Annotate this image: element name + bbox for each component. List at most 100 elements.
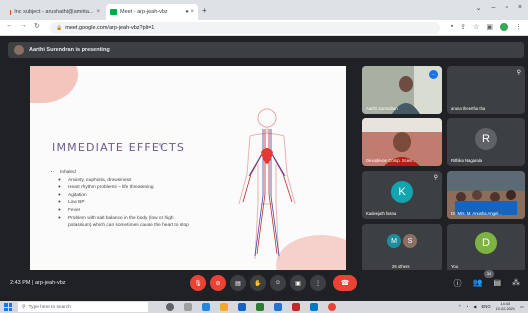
microphone-toggle[interactable]: 🎙 bbox=[190, 275, 206, 291]
info-icon[interactable]: ⓘ bbox=[453, 278, 461, 289]
new-tab-button[interactable]: + bbox=[202, 6, 207, 15]
decorative-blob bbox=[30, 66, 78, 103]
taskbar-clock[interactable]: 14:43 10-02-2021 bbox=[496, 302, 515, 311]
participant-name: Dr. Mrs. M. Anusha Angel... bbox=[451, 211, 502, 216]
close-icon[interactable]: ● × bbox=[185, 9, 194, 15]
meet-window: Aarthi Surendran is presenting IMMEDIATE… bbox=[0, 36, 528, 301]
sub-bullet: Heart rhythm problems – life threatening bbox=[68, 184, 189, 192]
address-bar-row: ← → ↻ 🔒 meet.google.com/arp-jeah-vbz?pli… bbox=[0, 20, 528, 36]
taskbar-apps bbox=[166, 303, 336, 311]
task-view-icon[interactable] bbox=[184, 303, 192, 311]
participant-tile[interactable]: ⋯ Aarthi Surendran bbox=[362, 66, 442, 114]
raise-hand-button[interactable]: ✋ bbox=[250, 275, 266, 291]
screen: Inc subject - arushathi@amrita... × Meet… bbox=[0, 0, 528, 313]
meeting-code: arp-jeah-vbz bbox=[34, 280, 66, 286]
volume-icon[interactable]: ◀ bbox=[473, 304, 476, 309]
meet-icon bbox=[110, 9, 117, 15]
circulatory-system-illustration bbox=[238, 108, 296, 260]
presentation-slide: IMMEDIATE EFFECTS ✎ Inhaled Anxiety, eup… bbox=[30, 66, 346, 273]
participant-tile[interactable]: ⚲ K Kadeejath fasna bbox=[362, 171, 442, 219]
url-input[interactable]: 🔒 meet.google.com/arp-jeah-vbz?pli=1 bbox=[50, 22, 440, 34]
participant-tile[interactable]: Dr. Mrs. M. Anusha Angel... bbox=[447, 171, 525, 219]
participant-tile[interactable]: R Rithika Nagarala bbox=[447, 118, 525, 166]
presenting-label: Aarthi Surendran is presenting bbox=[29, 47, 110, 53]
sub-bullet: Agitation bbox=[68, 192, 189, 200]
tab-meet[interactable]: Meet - arp-jeah-vbz ● × bbox=[106, 4, 198, 20]
notification-icon[interactable]: ▭ bbox=[520, 304, 524, 309]
windows-start-button[interactable] bbox=[4, 303, 12, 311]
bullet: Inhaled bbox=[60, 169, 189, 177]
slide-bullets: Inhaled Anxiety, euphoria, drowsiness He… bbox=[54, 169, 189, 230]
taskbar-search-input[interactable]: ⚲ Type here to search bbox=[18, 302, 148, 312]
windows-taskbar: ⚲ Type here to search ^ ◔ ◀ ENG 14:43 10… bbox=[0, 301, 528, 313]
word-icon[interactable] bbox=[274, 303, 282, 311]
people-icon[interactable]: 👥 bbox=[472, 278, 482, 289]
tab-title: Inc subject - arushathi@amrita... bbox=[14, 9, 94, 15]
menu-icon[interactable]: ⋮ bbox=[515, 23, 522, 31]
camera-toggle[interactable]: ⊘ bbox=[210, 275, 226, 291]
emoji-button[interactable]: ☺ bbox=[270, 275, 286, 291]
side-panel-controls: ⓘ 👥 ▤ ⁂ bbox=[453, 278, 520, 289]
powerpoint-icon[interactable] bbox=[292, 303, 300, 311]
store-icon[interactable] bbox=[238, 303, 246, 311]
more-options-icon[interactable]: ⋯ bbox=[429, 70, 438, 79]
file-explorer-icon[interactable] bbox=[220, 303, 228, 311]
system-tray: ^ ◔ ◀ ENG 14:43 10-02-2021 ▭ bbox=[459, 302, 524, 311]
avatar: M bbox=[387, 234, 401, 248]
avatar: R bbox=[475, 128, 497, 150]
meeting-details: 2:43 PM | arp-jeah-vbz bbox=[10, 280, 66, 286]
minimize-button[interactable]: – bbox=[492, 4, 496, 12]
close-icon[interactable]: × bbox=[96, 9, 100, 15]
chevron-down-icon[interactable]: ⌄ bbox=[476, 4, 482, 12]
participant-count-badge: 34 bbox=[484, 270, 494, 278]
captions-button[interactable]: ▤ bbox=[230, 275, 246, 291]
excel-icon[interactable] bbox=[256, 303, 264, 311]
language-indicator[interactable]: ENG bbox=[482, 304, 491, 309]
clock-date: 10-02-2021 bbox=[495, 306, 516, 311]
reload-button[interactable]: ↻ bbox=[34, 22, 40, 30]
wifi-icon[interactable]: ◔ bbox=[466, 304, 469, 309]
meeting-controls: 2:43 PM | arp-jeah-vbz 🎙 ⊘ ▤ ✋ ☺ ▣ ⋮ ☎ 3… bbox=[0, 270, 528, 297]
participant-tile[interactable]: ⚲ aruna theertha tha bbox=[447, 66, 525, 114]
clock-time: 14:43 bbox=[500, 302, 511, 306]
profile-avatar[interactable] bbox=[500, 23, 508, 31]
mail-icon[interactable] bbox=[310, 303, 318, 311]
browser-tab-strip: Inc subject - arushathi@amrita... × Meet… bbox=[0, 0, 528, 20]
chat-icon[interactable]: ▤ bbox=[493, 278, 501, 289]
participant-name: Aarthi Surendran bbox=[366, 106, 398, 111]
pin-icon[interactable]: ⚲ bbox=[517, 69, 521, 76]
tab-gmail[interactable]: Inc subject - arushathi@amrita... × bbox=[6, 4, 104, 20]
avatar bbox=[14, 45, 24, 55]
url-text: meet.google.com/arp-jeah-vbz?pli=1 bbox=[65, 25, 155, 31]
share-icon[interactable]: ⇪ bbox=[460, 23, 466, 31]
meeting-time: 2:43 PM bbox=[10, 280, 31, 286]
pin-icon[interactable]: ⚲ bbox=[434, 174, 438, 181]
cortana-icon[interactable] bbox=[166, 303, 174, 311]
participant-name: Devadevan Comp. Scien... bbox=[366, 158, 416, 163]
browser-toolbar: ▪ ⇪ ☆ ▣ ⋮ bbox=[451, 23, 522, 31]
end-call-button[interactable]: ☎ bbox=[333, 275, 357, 291]
tab-title: Meet - arp-jeah-vbz bbox=[120, 9, 168, 15]
presenting-banner: Aarthi Surendran is presenting bbox=[8, 42, 524, 58]
chevron-up-icon[interactable]: ^ bbox=[459, 304, 461, 309]
participant-tile[interactable]: Devadevan Comp. Scien... bbox=[362, 118, 442, 166]
star-icon[interactable]: ☆ bbox=[473, 23, 479, 31]
participant-name: Rithika Nagarala bbox=[451, 158, 482, 163]
search-icon: ⚲ bbox=[22, 304, 26, 310]
lock-icon: 🔒 bbox=[56, 25, 63, 31]
extension-icon[interactable]: ▣ bbox=[486, 23, 493, 31]
chrome-icon[interactable] bbox=[328, 303, 336, 311]
participant-tile[interactable]: D You bbox=[447, 224, 525, 272]
camera-icon[interactable]: ▪ bbox=[451, 23, 453, 31]
participant-name: 26 others bbox=[392, 264, 410, 269]
edge-icon[interactable] bbox=[202, 303, 210, 311]
maximize-button[interactable]: ▫ bbox=[505, 4, 507, 12]
present-button[interactable]: ▣ bbox=[290, 275, 306, 291]
slide-title: IMMEDIATE EFFECTS bbox=[52, 141, 186, 154]
back-button[interactable]: ← bbox=[6, 22, 13, 29]
forward-button[interactable]: → bbox=[20, 22, 27, 29]
activities-icon[interactable]: ⁂ bbox=[512, 278, 520, 289]
more-options-button[interactable]: ⋮ bbox=[310, 275, 326, 291]
close-window-button[interactable]: × bbox=[518, 4, 522, 12]
participant-tile[interactable]: M S 26 others bbox=[362, 224, 442, 272]
